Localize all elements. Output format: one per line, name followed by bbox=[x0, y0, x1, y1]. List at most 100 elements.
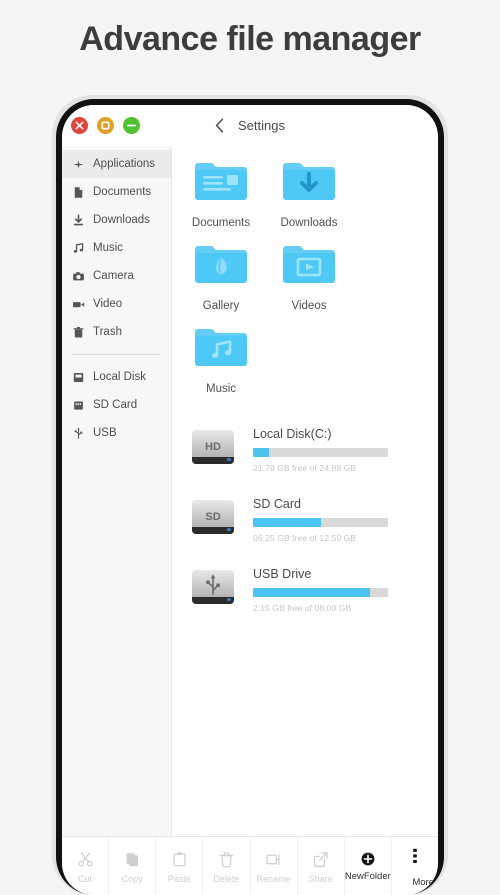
trash-icon bbox=[218, 849, 235, 870]
folder-label: Documents bbox=[191, 217, 251, 229]
folder-item-downloads[interactable]: Downloads bbox=[265, 158, 353, 229]
tool-label: Delete bbox=[213, 873, 240, 884]
folder-music-icon bbox=[193, 324, 249, 377]
drive-name: USB Drive bbox=[253, 567, 312, 581]
tool-label: Share bbox=[308, 873, 333, 884]
hard-disk-icon bbox=[72, 371, 85, 384]
tool-label: Rename bbox=[256, 873, 291, 884]
copy-icon bbox=[124, 849, 141, 870]
storage-bar bbox=[253, 448, 388, 457]
sidebar-item-label: SD Card bbox=[93, 399, 138, 411]
sidebar-item-label: Camera bbox=[93, 270, 134, 282]
copy-button[interactable]: Copy bbox=[109, 837, 157, 895]
drive-usage-text: 2.15 GB free of 08.00 GB bbox=[253, 603, 352, 613]
camera-icon bbox=[72, 270, 85, 283]
sidebar-divider bbox=[72, 354, 161, 355]
folder-label: Gallery bbox=[202, 300, 240, 312]
tool-label: NewFolder bbox=[344, 871, 391, 882]
usb-drive-icon bbox=[181, 564, 245, 616]
storage-bar bbox=[253, 518, 388, 527]
storage-bar-fill bbox=[253, 588, 371, 597]
sidebar-item-local-disk[interactable]: Local Disk bbox=[62, 363, 171, 391]
paste-icon bbox=[171, 849, 188, 870]
folder-item-gallery[interactable]: Gallery bbox=[177, 241, 265, 312]
share-button[interactable]: Share bbox=[298, 837, 345, 895]
chevron-left-icon[interactable] bbox=[215, 118, 224, 133]
sidebar-item-camera[interactable]: Camera bbox=[62, 262, 171, 290]
paste-button[interactable]: Paste bbox=[156, 837, 204, 895]
folder-label: Videos bbox=[291, 300, 327, 312]
scissors-icon bbox=[77, 849, 94, 870]
drive-name: Local Disk(C:) bbox=[253, 427, 332, 441]
download-icon bbox=[72, 213, 85, 227]
rename-icon bbox=[265, 849, 282, 870]
sidebar-item-label: Trash bbox=[93, 326, 122, 338]
svg-text:SD: SD bbox=[205, 511, 220, 523]
document-icon bbox=[72, 186, 85, 199]
storage-bar-fill bbox=[253, 448, 270, 457]
drive-info: SD Card 06.25 GB free of 12.50 GB bbox=[253, 497, 405, 543]
folder-label: Downloads bbox=[280, 217, 338, 229]
navigation-bar: Settings bbox=[62, 105, 438, 146]
drive-row-sd-card[interactable]: SD SD Card 06.25 GB free of 12.50 GB bbox=[173, 485, 438, 555]
tool-label: More bbox=[412, 877, 434, 888]
sidebar-item-downloads[interactable]: Downloads bbox=[62, 206, 171, 234]
storage-bar-fill bbox=[253, 518, 321, 527]
usb-icon bbox=[72, 427, 85, 440]
trash-icon bbox=[72, 326, 85, 339]
drive-info: USB Drive 2.15 GB free of 08.00 GB bbox=[253, 567, 405, 613]
more-button[interactable]: More bbox=[392, 837, 438, 895]
folder-videos-icon bbox=[281, 241, 337, 294]
folder-item-music[interactable]: Music bbox=[177, 324, 265, 395]
sidebar-item-video[interactable]: Video bbox=[62, 290, 171, 318]
sidebar-item-usb[interactable]: USB bbox=[62, 419, 171, 447]
sidebar-item-documents[interactable]: Documents bbox=[62, 178, 171, 206]
folder-label: Music bbox=[205, 383, 237, 395]
svg-text:HD: HD bbox=[205, 441, 221, 453]
sidebar-item-music[interactable]: Music bbox=[62, 234, 171, 262]
page-title: Advance file manager bbox=[79, 20, 421, 58]
rename-button[interactable]: Rename bbox=[251, 837, 298, 895]
applications-icon bbox=[72, 158, 85, 171]
video-camera-icon bbox=[72, 298, 85, 311]
tool-label: Cut bbox=[78, 873, 93, 884]
content-area: Documents Downloads Gallery Videos Music… bbox=[173, 146, 438, 836]
sd-card-icon bbox=[72, 399, 85, 412]
phone-screen: Settings Applications Documents Download… bbox=[62, 105, 438, 895]
drive-row-local-disk[interactable]: HD Local Disk(C:) 21.78 GB free of 24.89… bbox=[173, 415, 438, 485]
bottom-toolbar: Cut Copy Paste Delete Rename Share NewFo… bbox=[62, 836, 438, 895]
new-folder-button[interactable]: NewFolder bbox=[345, 837, 392, 895]
sidebar-item-label: Applications bbox=[93, 158, 156, 170]
folder-documents-icon bbox=[193, 158, 249, 211]
drive-list: HD Local Disk(C:) 21.78 GB free of 24.89… bbox=[173, 407, 438, 625]
sidebar-item-label: Music bbox=[93, 242, 124, 254]
more-vertical-icon bbox=[408, 845, 422, 866]
sidebar-item-label: Video bbox=[93, 298, 123, 310]
folder-downloads-icon bbox=[281, 158, 337, 211]
nav-title-label: Settings bbox=[238, 118, 285, 133]
sidebar-item-trash[interactable]: Trash bbox=[62, 318, 171, 346]
folder-grid: Documents Downloads Gallery Videos Music bbox=[173, 146, 438, 407]
tool-label: Copy bbox=[121, 873, 143, 884]
sidebar-item-label: USB bbox=[93, 427, 117, 439]
tool-label: Paste bbox=[167, 873, 191, 884]
share-icon bbox=[312, 849, 329, 870]
hard-drive-icon: HD bbox=[181, 424, 245, 476]
sidebar-item-label: Documents bbox=[93, 186, 152, 198]
storage-bar bbox=[253, 588, 388, 597]
folder-gallery-icon bbox=[193, 241, 249, 294]
sidebar-item-label: Local Disk bbox=[93, 371, 147, 383]
delete-button[interactable]: Delete bbox=[203, 837, 251, 895]
music-note-icon bbox=[72, 242, 85, 255]
sidebar-item-label: Downloads bbox=[93, 214, 150, 226]
sidebar-item-applications[interactable]: Applications bbox=[62, 150, 171, 178]
sidebar-item-sd-card[interactable]: SD Card bbox=[62, 391, 171, 419]
cut-button[interactable]: Cut bbox=[62, 837, 110, 895]
plus-circle-icon bbox=[360, 848, 376, 869]
drive-usage-text: 21.78 GB free of 24.89 GB bbox=[253, 463, 357, 473]
drive-info: Local Disk(C:) 21.78 GB free of 24.89 GB bbox=[253, 427, 405, 473]
drive-row-usb[interactable]: USB Drive 2.15 GB free of 08.00 GB bbox=[173, 555, 438, 625]
folder-item-documents[interactable]: Documents bbox=[177, 158, 265, 229]
drive-usage-text: 06.25 GB free of 12.50 GB bbox=[253, 533, 357, 543]
folder-item-videos[interactable]: Videos bbox=[265, 241, 353, 312]
